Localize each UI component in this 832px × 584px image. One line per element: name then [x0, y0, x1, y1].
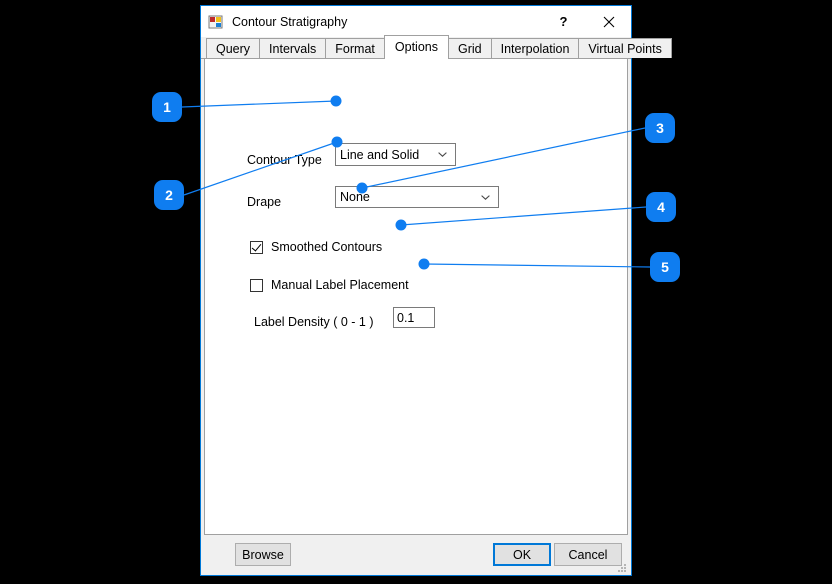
help-button[interactable]: ? — [541, 6, 586, 37]
drape-label: Drape — [247, 195, 282, 209]
ok-button[interactable]: OK — [493, 543, 551, 566]
tab-query[interactable]: Query — [206, 38, 261, 58]
label-density-label: Label Density ( 0 - 1 ) — [254, 315, 374, 329]
tab-options[interactable]: Options — [383, 35, 449, 59]
tab-intervals[interactable]: Intervals — [259, 38, 327, 58]
contour-stratigraphy-dialog: Contour Stratigraphy ? Query Intervals For… — [200, 5, 672, 576]
smoothed-contours-checkbox[interactable] — [250, 240, 263, 254]
annotation-badge-5: 5 — [650, 252, 680, 282]
dialog-button-bar: Browse OK Cancel — [201, 535, 631, 575]
caption-buttons: ? — [541, 6, 631, 37]
annotation-badge-4: 4 — [646, 192, 676, 222]
close-icon[interactable] — [586, 6, 631, 37]
chevron-down-icon — [477, 194, 494, 200]
annotation-badge-1: 1 — [152, 92, 182, 122]
tab-strip: Query Intervals Format Options Grid Interpola… — [201, 35, 672, 59]
browse-button[interactable]: Browse — [235, 543, 291, 566]
resize-grip[interactable] — [616, 561, 628, 573]
title-bar: Contour Stratigraphy ? — [201, 6, 631, 37]
contour-type-label: Contour Type — [247, 153, 322, 167]
tab-virtual-points[interactable]: Virtual Points — [578, 38, 672, 58]
tab-interpolation[interactable]: Interpolation — [490, 38, 580, 58]
smoothed-contours-label: Smoothed Contours — [271, 240, 383, 254]
manual-label-placement-checkbox-row[interactable]: Manual Label Placement — [250, 278, 409, 292]
options-tab-panel: Contour Type Line and Solid Drape None S… — [204, 59, 628, 535]
annotation-badge-2: 2 — [154, 180, 184, 210]
chevron-down-icon — [434, 152, 451, 157]
contour-type-combobox[interactable]: Line and Solid — [335, 143, 456, 166]
manual-label-placement-label: Manual Label Placement — [271, 278, 409, 292]
tab-format[interactable]: Format — [325, 38, 385, 58]
manual-label-placement-checkbox[interactable] — [250, 278, 263, 292]
cancel-button[interactable]: Cancel — [554, 543, 622, 566]
contour-type-value: Line and Solid — [340, 147, 420, 162]
label-density-input[interactable]: 0.1 — [393, 307, 435, 328]
tab-grid[interactable]: Grid — [447, 38, 492, 58]
app-window-icon — [208, 14, 224, 30]
annotation-badge-3: 3 — [645, 113, 675, 143]
window-title: Contour Stratigraphy — [232, 14, 348, 29]
drape-combobox[interactable]: None — [335, 186, 499, 208]
drape-value: None — [340, 190, 370, 204]
smoothed-contours-checkbox-row[interactable]: Smoothed Contours — [250, 240, 382, 254]
